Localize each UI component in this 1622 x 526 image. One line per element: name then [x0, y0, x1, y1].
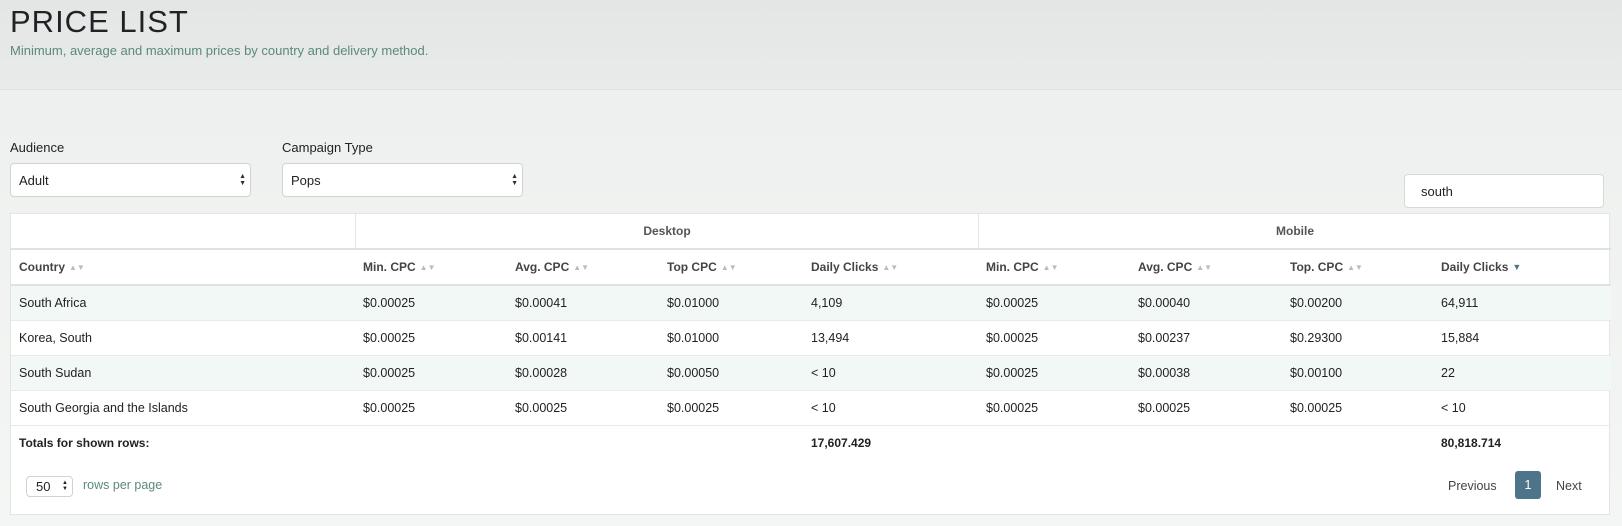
audience-label: Audience: [10, 140, 65, 155]
column-header-desktop-daily-clicks[interactable]: Daily Clicks ▲▼: [811, 250, 898, 284]
page-button-current[interactable]: 1: [1515, 471, 1541, 499]
select-arrows-icon: ▲ ▼: [239, 173, 246, 187]
search-input-value: south: [1421, 184, 1453, 199]
column-header-mobile-min-cpc[interactable]: Min. CPC ▲▼: [986, 250, 1059, 284]
cell-mobile-min-cpc: $0.00025: [986, 401, 1039, 415]
cell-mobile-daily-clicks: 64,911: [1441, 296, 1479, 310]
sort-updown-icon: ▲▼: [1347, 263, 1363, 272]
page-title: PRICE LIST: [10, 4, 189, 39]
cell-desktop-daily-clicks: < 10: [811, 366, 836, 380]
cell-mobile-daily-clicks: 15,884: [1441, 331, 1480, 345]
totals-desktop-daily-clicks: 17,607.429: [811, 436, 872, 450]
cell-country: South Africa: [19, 296, 87, 310]
cell-desktop-top-cpc: $0.01000: [667, 296, 720, 310]
audience-select-value: Adult: [19, 173, 49, 188]
group-mobile: Mobile: [978, 214, 1611, 248]
cell-desktop-min-cpc: $0.00025: [363, 296, 416, 310]
cell-desktop-min-cpc: $0.00025: [363, 366, 416, 380]
cell-mobile-top-cpc: $0.00025: [1290, 401, 1343, 415]
page-subtitle: Minimum, average and maximum prices by c…: [10, 43, 429, 58]
cell-mobile-avg-cpc: $0.00237: [1138, 331, 1191, 345]
sort-updown-icon: ▲▼: [882, 263, 899, 272]
column-header-desktop-min-cpc[interactable]: Min. CPC ▲▼: [363, 250, 436, 284]
cell-mobile-avg-cpc: $0.00040: [1138, 296, 1191, 310]
campaign-type-select[interactable]: Pops ▲ ▼: [282, 163, 523, 197]
campaign-type-select-value: Pops: [291, 173, 321, 188]
cell-desktop-avg-cpc: $0.00041: [515, 296, 568, 310]
main-content: Audience Adult ▲ ▼ Campaign Type Pops ▲ ▼ …: [0, 90, 1622, 526]
sort-updown-icon: ▲▼: [419, 263, 436, 272]
cell-mobile-min-cpc: $0.00025: [986, 296, 1039, 310]
column-header-mobile-avg-cpc[interactable]: Avg. CPC ▲▼: [1138, 250, 1212, 284]
cell-desktop-daily-clicks: 4,109: [811, 296, 843, 310]
cell-desktop-avg-cpc: $0.00141: [515, 331, 568, 345]
sort-updown-icon: ▲▼: [69, 263, 85, 272]
cell-desktop-daily-clicks: < 10: [811, 401, 836, 415]
cell-desktop-daily-clicks: 13,494: [811, 331, 850, 345]
cell-mobile-avg-cpc: $0.00025: [1138, 401, 1191, 415]
rows-per-page-value: 50: [36, 479, 51, 494]
table-row: South Sudan $0.00025 $0.00028 $0.00050 <…: [11, 356, 1611, 391]
sort-updown-icon: ▲▼: [1196, 263, 1213, 272]
cell-desktop-top-cpc: $0.00025: [667, 401, 720, 415]
audience-select[interactable]: Adult ▲ ▼: [10, 163, 251, 197]
cell-mobile-top-cpc: $0.00200: [1290, 296, 1343, 310]
select-arrows-icon: ▲ ▼: [62, 480, 68, 492]
totals-mobile-daily-clicks: 80,818.714: [1441, 436, 1502, 450]
column-header-desktop-avg-cpc[interactable]: Avg. CPC ▲▼: [515, 250, 589, 284]
cell-mobile-top-cpc: $0.29300: [1290, 331, 1343, 345]
cell-country: Korea, South: [19, 331, 92, 345]
rows-per-page-label: rows per page: [83, 478, 163, 492]
search-input[interactable]: south: [1404, 174, 1604, 208]
cell-country: South Sudan: [19, 366, 92, 380]
column-header-mobile-top-cpc[interactable]: Top. CPC ▲▼: [1290, 250, 1363, 284]
table-group-header: Desktop Mobile: [11, 214, 1611, 250]
campaign-type-label: Campaign Type: [282, 140, 373, 155]
column-header-desktop-top-cpc[interactable]: Top CPC ▲▼: [667, 250, 737, 284]
cell-mobile-avg-cpc: $0.00038: [1138, 366, 1191, 380]
table-row: Korea, South $0.00025 $0.00141 $0.01000 …: [11, 321, 1611, 356]
cell-desktop-avg-cpc: $0.00028: [515, 366, 568, 380]
sort-updown-icon: ▲▼: [573, 263, 590, 272]
select-arrows-icon: ▲ ▼: [511, 173, 518, 187]
price-table: Desktop Mobile Country ▲▼ Min. CPC ▲▼ Avg.…: [10, 213, 1611, 515]
sort-updown-icon: ▲▼: [720, 263, 737, 272]
previous-page-button[interactable]: Previous: [1448, 479, 1497, 493]
page-header: PRICE LIST Minimum, average and maximum …: [0, 0, 1622, 90]
cell-country: South Georgia and the Islands: [19, 401, 188, 415]
table-header-row: Country ▲▼ Min. CPC ▲▼ Avg. CPC ▲▼ Top CPC ▲…: [11, 250, 1611, 286]
cell-mobile-min-cpc: $0.00025: [986, 331, 1039, 345]
column-header-mobile-daily-clicks[interactable]: Daily Clicks ▼: [1441, 250, 1521, 284]
column-header-country[interactable]: Country ▲▼: [19, 250, 85, 284]
sort-desc-icon: ▼: [1512, 262, 1522, 272]
group-desktop: Desktop: [355, 214, 978, 248]
sort-updown-icon: ▲▼: [1042, 263, 1059, 272]
cell-desktop-avg-cpc: $0.00025: [515, 401, 568, 415]
cell-desktop-top-cpc: $0.01000: [667, 331, 720, 345]
totals-label: Totals for shown rows:: [19, 436, 150, 450]
cell-desktop-top-cpc: $0.00050: [667, 366, 720, 380]
table-totals-row: Totals for shown rows: 17,607.429 80,818…: [11, 426, 1611, 460]
cell-desktop-min-cpc: $0.00025: [363, 331, 416, 345]
table-row: South Africa $0.00025 $0.00041 $0.01000 …: [11, 286, 1611, 321]
cell-mobile-daily-clicks: 22: [1441, 366, 1455, 380]
cell-desktop-min-cpc: $0.00025: [363, 401, 416, 415]
cell-mobile-min-cpc: $0.00025: [986, 366, 1039, 380]
table-row: South Georgia and the Islands $0.00025 $…: [11, 391, 1611, 426]
cell-mobile-top-cpc: $0.00100: [1290, 366, 1343, 380]
rows-per-page-select[interactable]: 50 ▲ ▼: [26, 476, 73, 497]
cell-mobile-daily-clicks: < 10: [1441, 401, 1466, 415]
next-page-button[interactable]: Next: [1556, 479, 1582, 493]
